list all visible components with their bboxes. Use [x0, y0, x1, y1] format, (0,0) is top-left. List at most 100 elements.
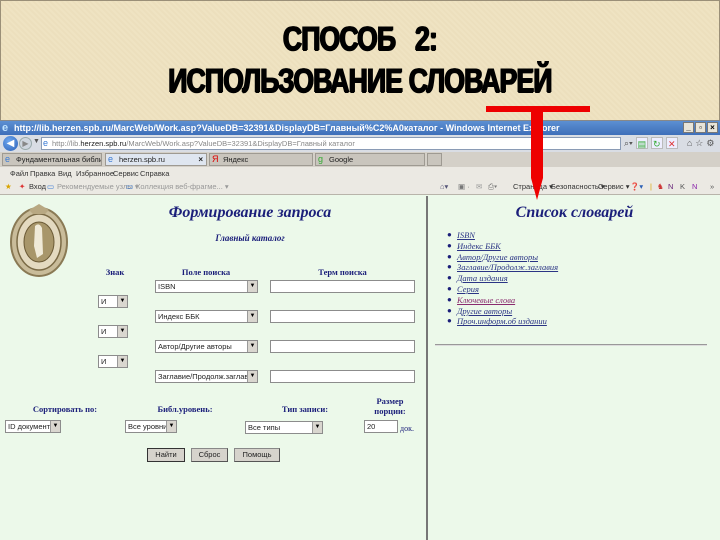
selected-value: Заглавие/Продолж.заглавия: [158, 372, 257, 381]
list-item: ● Автор/Другие авторы: [447, 252, 558, 263]
tab-label: Фундаментальная библиотек...: [16, 155, 101, 164]
search-field-select-3[interactable]: Автор/Другие авторы ▼: [155, 340, 258, 353]
list-item: ● Дата издания: [447, 273, 558, 284]
bullet-icon: ●: [447, 273, 452, 283]
favorites-bar: ★ ✦ Вход ▭ Рекомендуемые узлы ▾ ▭ Коллек…: [0, 180, 720, 195]
help-icon[interactable]: ❓▾: [630, 180, 643, 194]
onenote-icon[interactable]: N: [692, 180, 697, 194]
web-slices-link[interactable]: Коллекция веб-фрагме... ▾: [136, 180, 229, 194]
print-icon[interactable]: ⎙▾: [488, 180, 497, 194]
tab-herzen[interactable]: e herzen.spb.ru ×: [105, 153, 207, 166]
menu-help[interactable]: Справка: [140, 167, 169, 180]
more-icon[interactable]: »: [710, 180, 714, 194]
search-term-input-1[interactable]: [270, 280, 415, 293]
menu-edit[interactable]: Правка: [30, 167, 55, 180]
portion-size-label-1: Размер: [376, 396, 404, 406]
window-titlebar: e http://lib.herzen.spb.ru/MarcWeb/Work.…: [0, 121, 720, 135]
back-button[interactable]: ◀: [3, 136, 18, 151]
search-term-input-3[interactable]: [270, 340, 415, 353]
tab-yandex[interactable]: Я Яндекс: [209, 153, 313, 166]
favorites-icon[interactable]: ★: [5, 180, 12, 194]
dictionary-link-isbn[interactable]: ISBN: [457, 230, 475, 240]
favorites-star-icon[interactable]: ☆: [695, 137, 703, 149]
selected-value: И: [101, 327, 107, 336]
dictionary-link-author[interactable]: Автор/Другие авторы: [457, 252, 538, 262]
selected-value: Все типы: [248, 423, 281, 432]
university-seal-logo: [10, 204, 68, 277]
stop-icon[interactable]: ✕: [665, 137, 678, 149]
list-item: ● Проч.информ.об издании: [447, 316, 558, 327]
record-type-select[interactable]: Все типы ▼: [245, 421, 323, 434]
new-tab-button[interactable]: [427, 153, 442, 166]
menu-file[interactable]: Файл: [10, 167, 28, 180]
operator-select-3[interactable]: И ▼: [98, 355, 128, 368]
record-type-label: Тип записи:: [281, 404, 329, 414]
menu-favorites[interactable]: Избранное: [76, 167, 114, 180]
minimize-button[interactable]: _: [683, 122, 694, 133]
forward-button[interactable]: ▶: [19, 137, 32, 150]
slide-title-line-2: ИСПОЛЬЗОВАНИЕ СЛОВАРЕЙ: [168, 62, 552, 100]
chevron-down-icon: ▼: [50, 421, 60, 432]
page-icon: e: [43, 138, 49, 148]
window-title: http://lib.herzen.spb.ru/MarcWeb/Work.as…: [14, 123, 560, 133]
search-field-header: Поле поиска: [181, 267, 231, 277]
dictionary-link-bbk-index[interactable]: Индекс ББК: [457, 241, 501, 251]
operator-select-2[interactable]: И ▼: [98, 325, 128, 338]
portion-size-input[interactable]: 20: [364, 420, 398, 433]
tab-label: Google: [329, 155, 354, 164]
dictionary-link-pub-date[interactable]: Дата издания: [457, 273, 508, 283]
addon-k-icon[interactable]: K: [680, 180, 685, 194]
tab-fundamental-library[interactable]: e Фундаментальная библиотек...: [2, 153, 102, 166]
login-link[interactable]: Вход: [29, 180, 46, 194]
home-toolbar-icon[interactable]: ⌂▾: [440, 180, 448, 194]
list-item: ● Заглавие/Продолж.заглавия: [447, 262, 558, 273]
home-icon[interactable]: ⌂: [687, 137, 692, 149]
tools-gear-icon[interactable]: ⚙: [706, 137, 714, 149]
sort-select[interactable]: ID документа ▼: [5, 420, 61, 433]
selected-value: И: [101, 297, 107, 306]
dictionary-list: ● ISBN ● Индекс ББК ● Автор/Другие авторы ●…: [447, 230, 558, 327]
close-tab-icon[interactable]: ×: [198, 154, 203, 165]
close-button[interactable]: ×: [707, 122, 718, 133]
refresh-icon[interactable]: ↻: [650, 137, 663, 149]
operator-select-1[interactable]: И ▼: [98, 295, 128, 308]
bullet-icon: ●: [447, 283, 452, 293]
search-term-input-2[interactable]: [270, 310, 415, 323]
search-term-input-4[interactable]: [270, 370, 415, 383]
ie-icon: e: [2, 122, 9, 134]
address-host: herzen.spb.ru: [80, 139, 127, 148]
dictionary-link-keywords[interactable]: Ключевые слова: [457, 295, 515, 305]
dictionary-link-series[interactable]: Серия: [457, 284, 479, 294]
feeds-icon[interactable]: ▣ ·: [458, 180, 470, 194]
addon-icon[interactable]: ♞: [657, 180, 664, 194]
ie-icon: e: [5, 154, 11, 164]
search-icon[interactable]: ⌕▾: [624, 137, 633, 149]
list-item: ● Индекс ББК: [447, 241, 558, 252]
search-field-select-4[interactable]: Заглавие/Продолж.заглавия ▼: [155, 370, 258, 383]
safety-menu[interactable]: Безопасность ▾: [551, 180, 605, 194]
mail-icon[interactable]: ✉: [476, 180, 482, 194]
search-field-select-2[interactable]: Индекс ББК ▼: [155, 310, 258, 323]
help-button[interactable]: Помощь: [234, 448, 280, 462]
reset-button[interactable]: Сброс: [191, 448, 228, 462]
history-dropdown[interactable]: ▼: [33, 138, 40, 145]
compatibility-view-icon[interactable]: ▤: [635, 137, 648, 149]
menu-bar: Файл Правка Вид Избранное Сервис Справка: [0, 167, 720, 180]
tab-google[interactable]: g Google: [315, 153, 425, 166]
find-button[interactable]: Найти: [147, 448, 185, 462]
dictionary-link-title[interactable]: Заглавие/Продолж.заглавия: [457, 262, 558, 272]
search-field-select-1[interactable]: ISBN ▼: [155, 280, 258, 293]
dictionary-link-other-authors[interactable]: Другие авторы: [457, 306, 512, 316]
bib-level-label: Библ.уровень:: [157, 404, 213, 414]
bib-level-select[interactable]: Все уровни ▼: [125, 420, 177, 433]
chevron-down-icon: ▼: [247, 371, 257, 382]
onenote-icon[interactable]: N: [668, 180, 673, 194]
menu-tools[interactable]: Сервис: [113, 167, 139, 180]
list-item: ● Ключевые слова: [447, 295, 558, 306]
menu-view[interactable]: Вид: [58, 167, 72, 180]
dictionary-link-other-info[interactable]: Проч.информ.об издании: [457, 316, 547, 326]
maximize-button[interactable]: ▫: [695, 122, 706, 133]
list-item: ● Другие авторы: [447, 306, 558, 317]
list-item: ● Серия: [447, 284, 558, 295]
tools-menu[interactable]: Сервис ▾: [598, 180, 630, 194]
